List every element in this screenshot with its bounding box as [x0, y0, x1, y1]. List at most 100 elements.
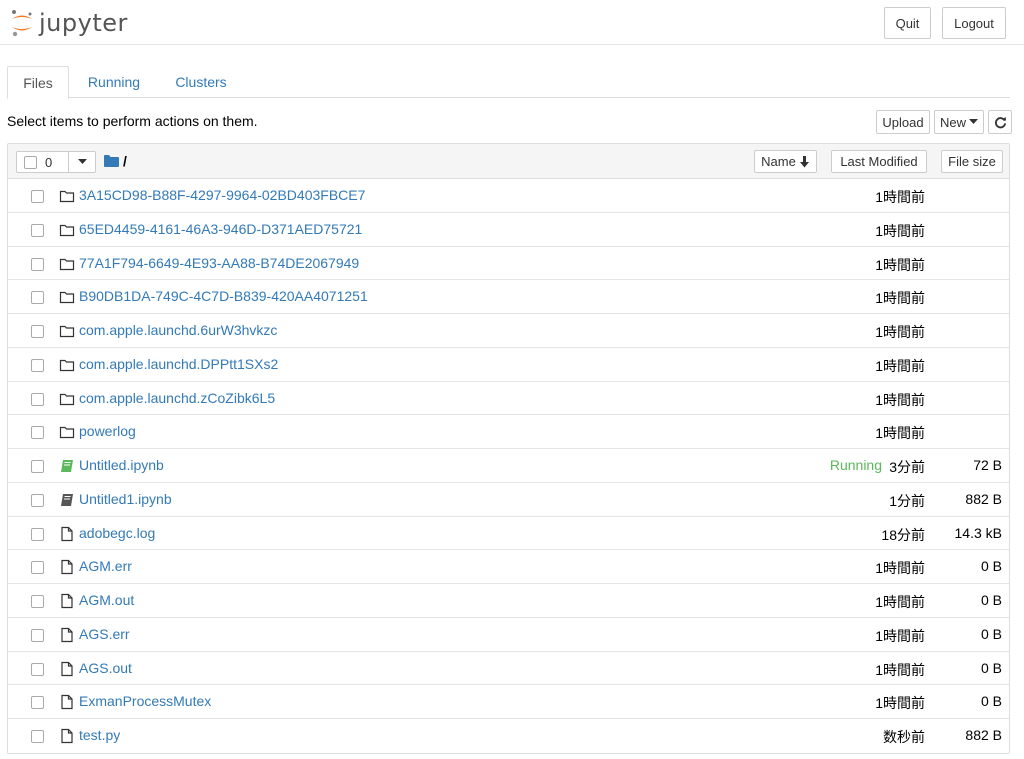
item-name-link[interactable]: Untitled.ipynb: [79, 457, 164, 473]
item-checkbox[interactable]: [31, 358, 44, 372]
item-checkbox[interactable]: [31, 527, 44, 541]
file-list-item[interactable]: powerlog 1時間前: [8, 415, 1009, 449]
item-name-link[interactable]: AGS.err: [79, 626, 130, 642]
sort-name-label: Name: [761, 154, 796, 169]
item-last-modified: 1時間前: [875, 695, 925, 712]
file-list-item[interactable]: Untitled.ipynb Running 3分前 72 B: [8, 449, 1009, 483]
file-list-item[interactable]: Untitled1.ipynb 1分前 882 B: [8, 483, 1009, 517]
item-checkbox[interactable]: [31, 190, 44, 203]
select-all-group: 0: [16, 151, 96, 173]
new-dropdown-button[interactable]: New: [934, 110, 984, 134]
file-icon: [59, 728, 75, 744]
file-list-item[interactable]: AGS.err 1時間前 0 B: [8, 618, 1009, 652]
tab-files[interactable]: Files: [7, 66, 69, 99]
folder-icon: [59, 188, 75, 204]
item-checkbox[interactable]: [31, 662, 44, 676]
quit-button[interactable]: Quit: [884, 7, 931, 39]
file-icon: [59, 661, 75, 677]
folder-icon: [59, 323, 75, 339]
sort-by-name-button[interactable]: Name: [754, 150, 817, 173]
item-name-link[interactable]: B90DB1DA-749C-4C7D-B839-420AA4071251: [79, 288, 368, 304]
item-name-link[interactable]: com.apple.launchd.zCoZibk6L5: [79, 390, 275, 406]
item-name-link[interactable]: AGS.out: [79, 660, 132, 676]
item-running-status: Running: [829, 457, 882, 473]
item-checkbox[interactable]: [31, 325, 44, 338]
file-icon: [59, 559, 75, 575]
top-header: jupyter Quit Logout: [0, 0, 1024, 45]
file-list-item[interactable]: AGM.err 1時間前 0 B: [8, 550, 1009, 584]
notebook-running-icon: [59, 458, 75, 474]
selected-count: 0: [45, 154, 53, 170]
file-icon: [59, 526, 75, 542]
file-list-item[interactable]: 3A15CD98-B88F-4297-9964-02BD403FBCE7 1時間前: [8, 179, 1009, 213]
file-list-item[interactable]: 65ED4459-4161-46A3-946D-D371AED75721 1時間前: [8, 213, 1009, 247]
select-all-checkbox-area[interactable]: 0: [17, 152, 69, 172]
sort-by-size-button[interactable]: File size: [941, 150, 1003, 173]
item-last-modified: 1時間前: [875, 594, 925, 610]
selection-hint: Select items to perform actions on them.: [7, 113, 258, 129]
select-menu-toggle[interactable]: [69, 152, 95, 172]
folder-icon: [59, 391, 75, 407]
caret-down-icon: [77, 159, 87, 164]
file-list-item[interactable]: 77A1F794-6649-4E93-AA88-B74DE2067949 1時間前: [8, 247, 1009, 281]
folder-icon: [59, 289, 75, 305]
new-label: New: [939, 114, 966, 130]
item-file-size: 882 B: [965, 490, 1002, 507]
breadcrumb[interactable]: /: [104, 153, 127, 169]
jupyter-logo[interactable]: jupyter: [10, 6, 128, 40]
item-name-link[interactable]: Untitled1.ipynb: [79, 491, 172, 507]
folder-icon: [59, 256, 75, 272]
item-checkbox[interactable]: [31, 460, 44, 473]
item-checkbox[interactable]: [31, 730, 44, 743]
item-name-link[interactable]: com.apple.launchd.6urW3hvkzc: [79, 322, 277, 338]
refresh-button[interactable]: [988, 110, 1012, 134]
item-name-link[interactable]: adobegc.log: [79, 525, 155, 541]
item-checkbox[interactable]: [31, 223, 44, 237]
item-checkbox[interactable]: [31, 257, 44, 271]
file-list-item[interactable]: com.apple.launchd.DPPtt1SXs2 1時間前: [8, 348, 1009, 382]
sort-by-modified-button[interactable]: Last Modified: [831, 150, 927, 173]
item-checkbox[interactable]: [31, 493, 44, 507]
tab-bar: Files Running Clusters: [7, 66, 1010, 99]
item-checkbox[interactable]: [31, 696, 44, 710]
tab-clusters[interactable]: Clusters: [165, 66, 237, 98]
upload-button[interactable]: Upload: [876, 110, 930, 134]
item-file-size: 0 B: [980, 659, 1002, 676]
item-checkbox[interactable]: [31, 595, 44, 608]
logout-button[interactable]: Logout: [942, 7, 1006, 39]
item-name-link[interactable]: powerlog: [79, 423, 136, 439]
file-list-item[interactable]: com.apple.launchd.zCoZibk6L5 1時間前: [8, 382, 1009, 416]
select-all-checkbox[interactable]: [24, 155, 37, 169]
item-checkbox[interactable]: [31, 426, 44, 440]
file-list-item[interactable]: test.py 数秒前 882 B: [8, 719, 1009, 753]
item-last-modified: 1時間前: [875, 357, 925, 374]
item-last-modified: 1時間前: [875, 391, 925, 408]
file-list: 0 / Name Last Modified File size 3A15CD9…: [7, 143, 1010, 754]
item-name-link[interactable]: com.apple.launchd.DPPtt1SXs2: [79, 356, 278, 372]
item-checkbox[interactable]: [31, 561, 44, 575]
item-checkbox[interactable]: [31, 628, 44, 642]
item-name-link[interactable]: 65ED4459-4161-46A3-946D-D371AED75721: [79, 221, 362, 237]
file-list-item[interactable]: AGM.out 1時間前 0 B: [8, 584, 1009, 618]
item-file-size: 0 B: [980, 693, 1002, 710]
tab-running[interactable]: Running: [81, 66, 147, 98]
item-name-link[interactable]: test.py: [79, 727, 120, 743]
breadcrumb-root[interactable]: /: [123, 153, 127, 169]
file-list-item[interactable]: B90DB1DA-749C-4C7D-B839-420AA4071251 1時間前: [8, 280, 1009, 314]
file-list-item[interactable]: adobegc.log 18分前 14.3 kB: [8, 517, 1009, 551]
item-last-modified: 1時間前: [875, 324, 925, 340]
item-checkbox[interactable]: [31, 291, 44, 305]
item-checkbox[interactable]: [31, 392, 44, 406]
item-file-size: 14.3 kB: [954, 524, 1002, 541]
item-name-link[interactable]: 3A15CD98-B88F-4297-9964-02BD403FBCE7: [79, 187, 365, 203]
item-name-link[interactable]: 77A1F794-6649-4E93-AA88-B74DE2067949: [79, 255, 359, 271]
folder-icon: [59, 357, 75, 373]
item-name-link[interactable]: ExmanProcessMutex: [79, 693, 211, 709]
item-name-link[interactable]: AGM.out: [79, 592, 134, 608]
item-last-modified: 3分前: [889, 459, 925, 475]
item-file-size: 0 B: [980, 558, 1002, 575]
file-list-item[interactable]: AGS.out 1時間前 0 B: [8, 652, 1009, 686]
file-list-item[interactable]: com.apple.launchd.6urW3hvkzc 1時間前: [8, 314, 1009, 348]
item-name-link[interactable]: AGM.err: [79, 558, 132, 574]
file-list-item[interactable]: ExmanProcessMutex 1時間前 0 B: [8, 685, 1009, 719]
